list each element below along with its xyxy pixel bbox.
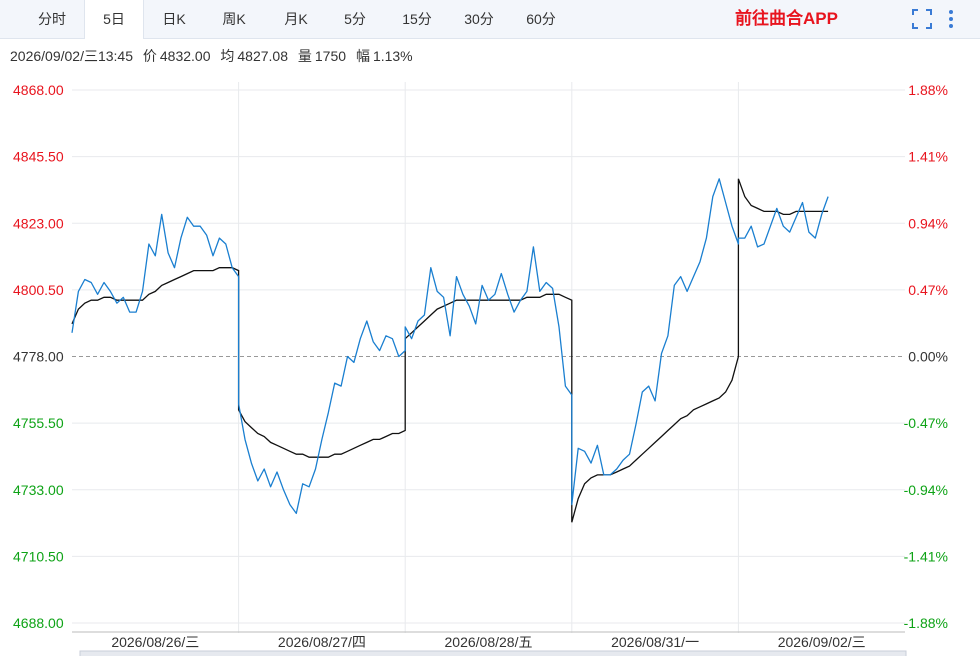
info-avg: 4827.08 xyxy=(237,48,288,64)
y-tick-left: 4733.00 xyxy=(13,482,64,498)
y-tick-left: 4823.00 xyxy=(13,215,64,231)
y-tick-left: 4845.50 xyxy=(13,149,64,165)
info-price-label: 价 xyxy=(142,48,157,64)
tab-weekly-k[interactable]: 周K xyxy=(206,0,262,38)
tab-60min[interactable]: 60分 xyxy=(512,0,570,38)
x-day-label: 2026/08/27/四 xyxy=(278,634,366,650)
y-tick-left: 4778.00 xyxy=(13,349,64,365)
fullscreen-icon[interactable] xyxy=(910,7,934,31)
price-line xyxy=(71,178,829,515)
y-tick-right: 1.41% xyxy=(908,149,948,165)
tab-5day[interactable]: 5日 xyxy=(84,0,144,39)
y-tick-right: 1.88% xyxy=(908,82,948,98)
y-tick-right: 0.00% xyxy=(908,349,948,365)
y-tick-right: -1.41% xyxy=(904,548,948,564)
tab-5min[interactable]: 5分 xyxy=(328,0,382,38)
tab-15min[interactable]: 15分 xyxy=(388,0,446,38)
y-tick-left: 4868.00 xyxy=(13,82,64,98)
tab-30min[interactable]: 30分 xyxy=(450,0,508,38)
tab-intraday[interactable]: 分时 xyxy=(20,0,84,38)
x-day-label: 2026/08/26/三 xyxy=(111,634,199,650)
x-day-label: 2026/09/02/三 xyxy=(778,634,866,650)
info-datetime: 2026/09/02/三13:45 xyxy=(10,48,133,64)
info-avg-label: 均 xyxy=(220,48,235,64)
more-vertical-icon[interactable] xyxy=(944,7,958,31)
period-tabbar: 分时 5日 日K 周K 月K 5分 15分 30分 60分 前往曲合APP xyxy=(0,0,980,39)
intraday-5day-chart[interactable]: 4868.00 1.88% 4845.50 1.41% 4823.00 0.94% 4800… xyxy=(0,70,980,656)
info-change-label: 幅 xyxy=(355,48,370,64)
average-price-line xyxy=(71,178,829,523)
y-tick-right: 0.47% xyxy=(908,282,948,298)
time-navigator xyxy=(79,650,907,656)
y-tick-right: -1.88% xyxy=(904,615,948,631)
y-tick-left: 4710.50 xyxy=(13,548,64,564)
tab-monthly-k[interactable]: 月K xyxy=(268,0,324,38)
info-volume-label: 量 xyxy=(297,48,312,64)
x-day-label: 2026/08/31/一 xyxy=(611,634,699,650)
tab-daily-k[interactable]: 日K xyxy=(146,0,202,38)
info-price: 4832.00 xyxy=(159,48,211,64)
y-tick-right: 0.94% xyxy=(908,215,948,231)
x-day-label: 2026/08/28/五 xyxy=(445,634,533,650)
info-volume: 1750 xyxy=(314,48,347,64)
info-change: 1.13% xyxy=(372,48,413,64)
y-tick-left: 4800.50 xyxy=(13,282,64,298)
quote-info-bar: 2026/09/02/三13:45 价 4832.00 均 4827.08 量 175… xyxy=(10,46,419,66)
y-tick-right: -0.94% xyxy=(904,482,948,498)
y-tick-left: 4755.50 xyxy=(13,415,64,431)
y-tick-left: 4688.00 xyxy=(13,615,64,631)
open-app-link[interactable]: 前往曲合APP xyxy=(735,0,838,38)
y-tick-right: -0.47% xyxy=(904,415,948,431)
